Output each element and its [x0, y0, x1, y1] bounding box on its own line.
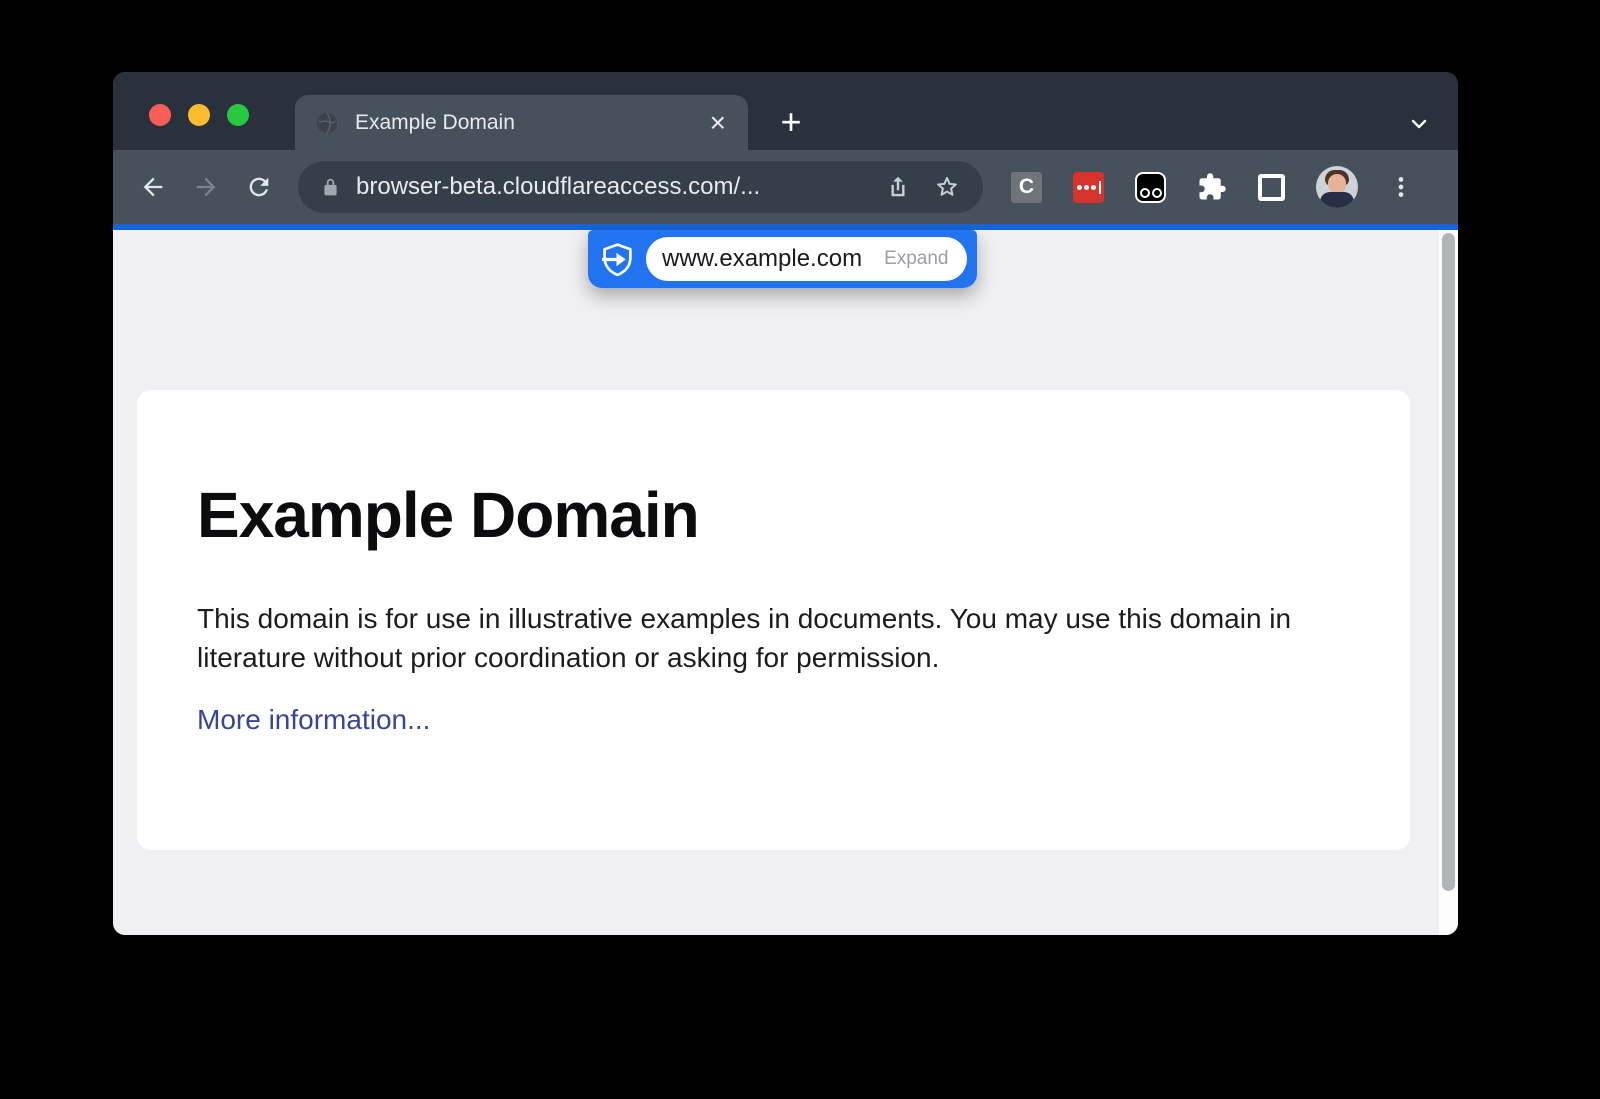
profile-avatar[interactable] — [1316, 166, 1358, 208]
page-heading: Example Domain — [197, 482, 1350, 549]
isolation-domain-pill[interactable]: www.example.com Expand — [588, 230, 977, 288]
minimize-window-button[interactable] — [188, 104, 210, 126]
tab-search-chevron-down-icon[interactable] — [1404, 112, 1434, 136]
content-card: Example Domain This domain is for use in… — [137, 390, 1410, 850]
black-circles-extension-icon[interactable] — [1135, 172, 1166, 203]
expand-button[interactable]: Expand — [884, 248, 948, 270]
close-window-button[interactable] — [149, 104, 171, 126]
page-paragraph: This domain is for use in illustrative e… — [197, 599, 1350, 677]
extensions-row: C — [1011, 166, 1358, 208]
refresh-icon — [245, 173, 273, 201]
tab-strip: Example Domain × + — [113, 72, 1458, 150]
extension-c-icon[interactable]: C — [1011, 172, 1042, 203]
scrollbar-thumb[interactable] — [1442, 233, 1455, 891]
shield-arrow-icon — [600, 242, 635, 277]
browser-tab[interactable]: Example Domain × — [295, 95, 748, 150]
tab-close-icon[interactable]: × — [708, 109, 728, 137]
page-viewport: www.example.com Expand Example Domain Th… — [113, 230, 1458, 935]
plus-icon: + — [780, 101, 801, 142]
share-icon[interactable] — [885, 174, 911, 200]
tab-title: Example Domain — [355, 111, 708, 135]
new-tab-button[interactable]: + — [775, 108, 807, 140]
bookmark-star-icon[interactable] — [933, 173, 961, 201]
avatar-body — [1320, 192, 1354, 208]
arrow-right-icon — [192, 173, 220, 201]
lock-icon — [320, 177, 341, 198]
browser-menu-kebab-icon[interactable] — [1388, 173, 1414, 201]
avatar-face — [1328, 174, 1346, 194]
browser-window: Example Domain × + — [113, 72, 1458, 935]
isolated-domain-text: www.example.com — [662, 245, 862, 273]
window-controls — [149, 104, 249, 126]
back-button[interactable] — [131, 165, 175, 209]
scrollbar-track[interactable] — [1439, 230, 1458, 935]
isolated-url-field[interactable]: www.example.com Expand — [646, 237, 967, 281]
url-text: browser-beta.cloudflareaccess.com/... — [356, 173, 875, 201]
more-information-link[interactable]: More information... — [197, 704, 430, 736]
lastpass-extension-icon[interactable] — [1073, 172, 1104, 203]
side-panel-icon[interactable] — [1258, 174, 1285, 201]
forward-button[interactable] — [184, 165, 228, 209]
globe-favicon-icon — [315, 111, 339, 135]
browser-toolbar: browser-beta.cloudflareaccess.com/... C — [113, 150, 1458, 224]
extension-c-letter: C — [1019, 175, 1034, 199]
zoom-window-button[interactable] — [227, 104, 249, 126]
reload-button[interactable] — [237, 165, 281, 209]
puzzle-extensions-icon[interactable] — [1197, 172, 1227, 202]
arrow-left-icon — [139, 173, 167, 201]
address-bar[interactable]: browser-beta.cloudflareaccess.com/... — [298, 161, 983, 213]
